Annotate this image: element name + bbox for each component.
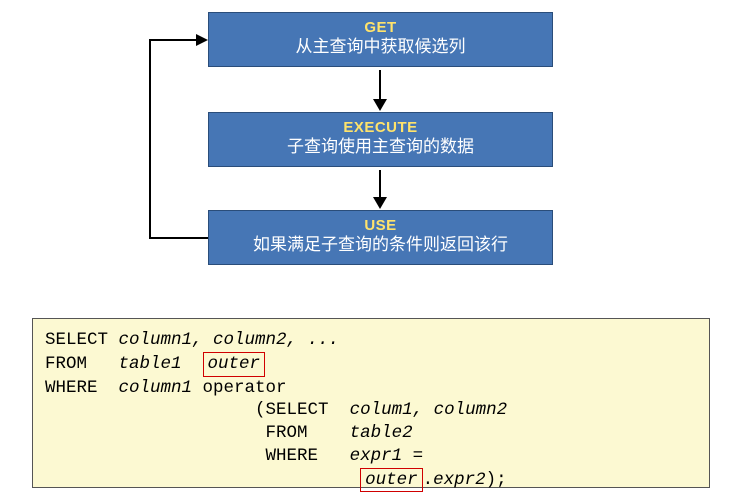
code-indent bbox=[45, 470, 360, 490]
flow-step-title: USE bbox=[219, 217, 542, 234]
flow-step-desc: 如果满足子查询的条件则返回该行 bbox=[219, 234, 542, 256]
flow-step-get: GET 从主查询中获取候选列 bbox=[208, 12, 553, 67]
outer-alias-highlight: outer bbox=[203, 352, 266, 377]
sql-columns: column1, column2, ... bbox=[119, 330, 340, 350]
outer-ref-highlight: outer bbox=[360, 468, 423, 493]
sql-expr: expr2 bbox=[433, 470, 486, 490]
sql-table: table2 bbox=[350, 423, 413, 443]
sql-keyword: FROM bbox=[45, 354, 119, 374]
flow-step-title: EXECUTE bbox=[219, 119, 542, 136]
sql-columns: colum1, column2 bbox=[350, 400, 508, 420]
code-indent bbox=[45, 446, 266, 466]
flow-step-desc: 从主查询中获取候选列 bbox=[219, 36, 542, 58]
sql-terminator: ); bbox=[486, 470, 507, 490]
code-indent bbox=[45, 423, 266, 443]
sql-column: column1 bbox=[119, 378, 193, 398]
sql-keyword: SELECT bbox=[266, 400, 350, 420]
code-indent: ( bbox=[45, 400, 266, 420]
flow-step-use: USE 如果满足子查询的条件则返回该行 bbox=[208, 210, 553, 265]
sql-code-block: SELECT column1, column2, ... FROM table1… bbox=[32, 318, 710, 488]
sql-expr: expr1 = bbox=[350, 446, 424, 466]
sql-keyword: SELECT bbox=[45, 330, 119, 350]
sql-operator: operator bbox=[192, 378, 287, 398]
sql-dot: . bbox=[423, 470, 434, 490]
flow-step-desc: 子查询使用主查询的数据 bbox=[219, 136, 542, 158]
sql-keyword: FROM bbox=[266, 423, 350, 443]
sql-table: table1 bbox=[119, 354, 193, 374]
flowchart: GET 从主查询中获取候选列 EXECUTE 子查询使用主查询的数据 USE 如… bbox=[0, 0, 742, 310]
sql-keyword: WHERE bbox=[266, 446, 350, 466]
flow-step-execute: EXECUTE 子查询使用主查询的数据 bbox=[208, 112, 553, 167]
flow-step-title: GET bbox=[219, 19, 542, 36]
sql-keyword: WHERE bbox=[45, 378, 119, 398]
